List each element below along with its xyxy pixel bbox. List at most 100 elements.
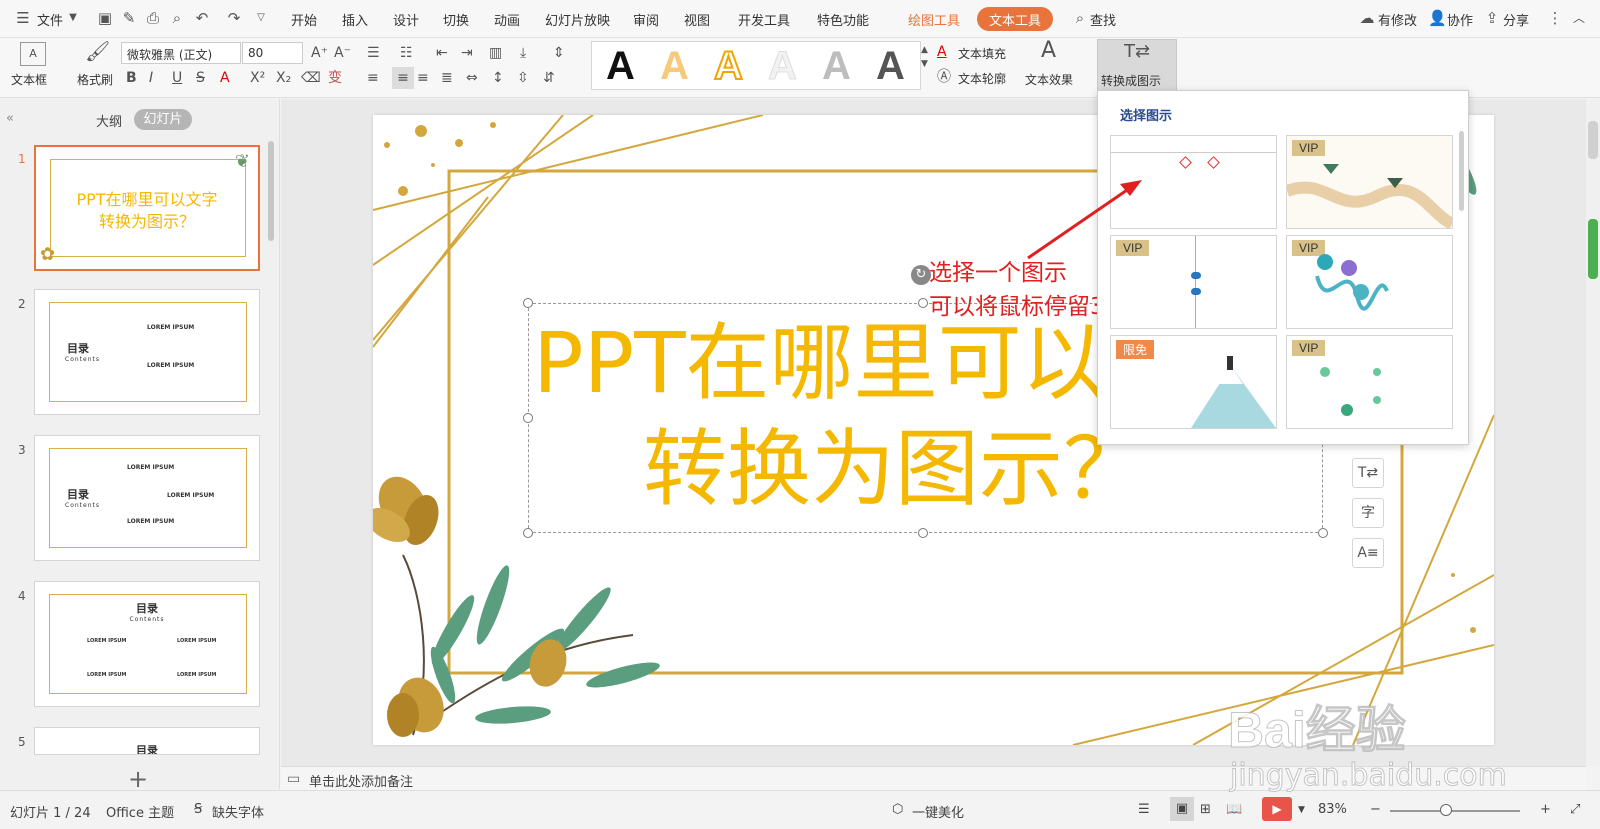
numbered-list-icon[interactable]: ☷ [400,44,413,62]
tab-drawing-tools[interactable]: 绘图工具 [908,10,960,29]
play-options-chevron-icon[interactable]: ▼ [1298,805,1305,815]
missing-font-button[interactable]: 缺失字体 [212,802,264,821]
text-outline-icon[interactable]: Ⓐ [937,68,951,86]
tab-design[interactable]: 设计 [393,10,419,29]
theme-name[interactable]: Office 主题 [106,802,174,821]
text-direction-icon[interactable]: ⤓ [520,44,526,62]
text-fill-button[interactable]: 文本填充 [958,45,1006,62]
search-button[interactable]: 查找 [1090,10,1116,29]
popup-scrollbar[interactable] [1459,131,1464,211]
notes-toggle-icon[interactable]: ☰ [1138,802,1150,817]
resize-handle[interactable] [523,528,533,538]
subscript-icon[interactable]: X₂ [276,69,291,87]
normal-view-icon[interactable]: ▣ [1170,797,1194,821]
text-fill-icon[interactable]: A [937,43,947,61]
paragraph-spacing-icon[interactable]: ⇳ [517,69,529,87]
align-left-icon[interactable]: ≡ [367,69,379,87]
resize-handle[interactable] [918,298,928,308]
text-style-gallery[interactable]: A A A A A A [591,41,921,90]
undo-icon[interactable]: ↶ [193,9,211,27]
zoom-level[interactable]: 83% [1318,802,1347,817]
play-slideshow-icon[interactable]: ▶ [1262,797,1292,821]
scroll-thumb[interactable] [1588,121,1598,159]
font-quick-button[interactable]: 字 [1352,498,1384,528]
underline-icon[interactable]: U [172,69,182,87]
increase-indent-icon[interactable]: ⇥ [461,44,473,62]
superscript-icon[interactable]: X² [250,69,265,87]
fit-window-icon[interactable]: ⤢ [1570,802,1580,817]
customize-icon[interactable]: ▽ [252,9,270,27]
file-menu[interactable]: 文件 [37,10,63,29]
tab-animation[interactable]: 动画 [494,10,520,29]
tab-review[interactable]: 审阅 [633,10,659,29]
decrease-indent-icon[interactable]: ⇤ [436,44,448,62]
font-size-select[interactable]: 80 [242,42,303,64]
resize-handle[interactable] [523,413,533,423]
tab-outline[interactable]: 大纲 [96,111,122,130]
search-icon[interactable]: ⌕ [1071,9,1089,27]
format-painter-icon[interactable]: 🖌 [85,41,110,61]
diagram-option-4[interactable]: VIP [1286,235,1453,329]
format-painter-label[interactable]: 格式刷 [77,71,113,88]
slide-sorter-icon[interactable]: ⊞ [1200,802,1211,817]
convert-to-diagram-button[interactable]: T⇄ 转换成图示 [1097,39,1177,91]
align-center-icon[interactable]: ≡ [392,67,414,89]
vertical-scrollbar[interactable] [1586,99,1600,766]
style-sample-white[interactable]: A [768,44,798,89]
notes-placeholder[interactable]: 单击此处添加备注 [309,771,413,790]
text-outline-button[interactable]: 文本轮廓 [958,70,1006,87]
tab-developer[interactable]: 开发工具 [738,10,790,29]
share-button[interactable]: 分享 [1503,10,1529,29]
tab-view[interactable]: 视图 [684,10,710,29]
add-slide-button[interactable]: + [128,767,148,791]
style-sample-gray[interactable]: A [822,44,851,88]
tab-insert[interactable]: 插入 [342,10,368,29]
tab-transition[interactable]: 切换 [443,10,469,29]
slide-thumb-2[interactable]: 目录 Contents LOREM IPSUM LOREM IPSUM [34,289,260,415]
bullet-list-icon[interactable]: ☰ [367,44,380,62]
collapse-panel-icon[interactable]: « [6,111,14,126]
menu-icon[interactable]: ☰ [14,9,32,27]
tab-text-tools[interactable]: 文本工具 [977,7,1054,31]
resize-handle[interactable] [1318,528,1328,538]
zoom-slider[interactable] [1390,810,1520,812]
text-effect-icon[interactable]: A [1041,40,1056,62]
resize-handle[interactable] [918,528,928,538]
slide-thumb-1[interactable]: PPT在哪里可以文字 转换为图示？ ❦ ✿ [34,145,260,271]
has-changes-button[interactable]: 有修改 [1378,10,1417,29]
collapse-ribbon-icon[interactable]: ︿ [1570,9,1588,27]
redo-icon[interactable]: ↷ [225,9,243,27]
decrease-font-icon[interactable]: A⁻ [334,44,351,62]
rotate-handle-icon[interactable]: ↻ [911,265,931,285]
justify-icon[interactable]: ≣ [441,69,453,87]
distribute-icon[interactable]: ⇔ [466,69,478,87]
convert-diagram-quick-button[interactable]: T⇄ [1352,458,1384,488]
increase-font-icon[interactable]: A⁺ [311,44,328,62]
slide-thumb-4[interactable]: 目录 Contents LOREM IPSUM LOREM IPSUM LORE… [34,581,260,707]
print-icon[interactable]: ⎙ [144,9,162,27]
resize-handle[interactable] [523,298,533,308]
text-style-quick-button[interactable]: A≡ [1352,538,1384,568]
clear-format-icon[interactable]: ⌫ [301,69,321,87]
textbox-label[interactable]: 文本框 [11,71,47,88]
diagram-option-5[interactable]: 限免 [1110,335,1277,429]
diagram-option-3[interactable]: VIP [1110,235,1277,329]
tab-home[interactable]: 开始 [291,10,317,29]
diagram-option-2[interactable]: VIP [1286,135,1453,229]
beautify-button[interactable]: 一键美化 [912,802,964,821]
style-sample-gold-outline[interactable]: A [713,43,744,89]
style-sample-dark-gray[interactable]: A [876,44,905,88]
collaborate-button[interactable]: 协作 [1447,10,1473,29]
align-right-icon[interactable]: ≡ [417,69,429,87]
font-color-icon[interactable]: A [220,69,230,87]
style-scroll-down-icon[interactable]: ▼ [921,55,928,73]
bold-icon[interactable]: B [126,69,137,87]
panel-scrollbar[interactable] [268,141,274,241]
text-effect-button[interactable]: 文本效果 [1025,71,1073,88]
zoom-in-icon[interactable]: + [1540,802,1551,817]
strikethrough-icon[interactable]: S [196,69,205,87]
slide-thumb-3[interactable]: 目录 Contents LOREM IPSUM LOREM IPSUM LORE… [34,435,260,561]
slide-thumb-5[interactable]: 目录 [34,727,260,755]
align-text-icon[interactable]: ⇕ [553,44,565,62]
zoom-out-icon[interactable]: − [1370,802,1381,817]
